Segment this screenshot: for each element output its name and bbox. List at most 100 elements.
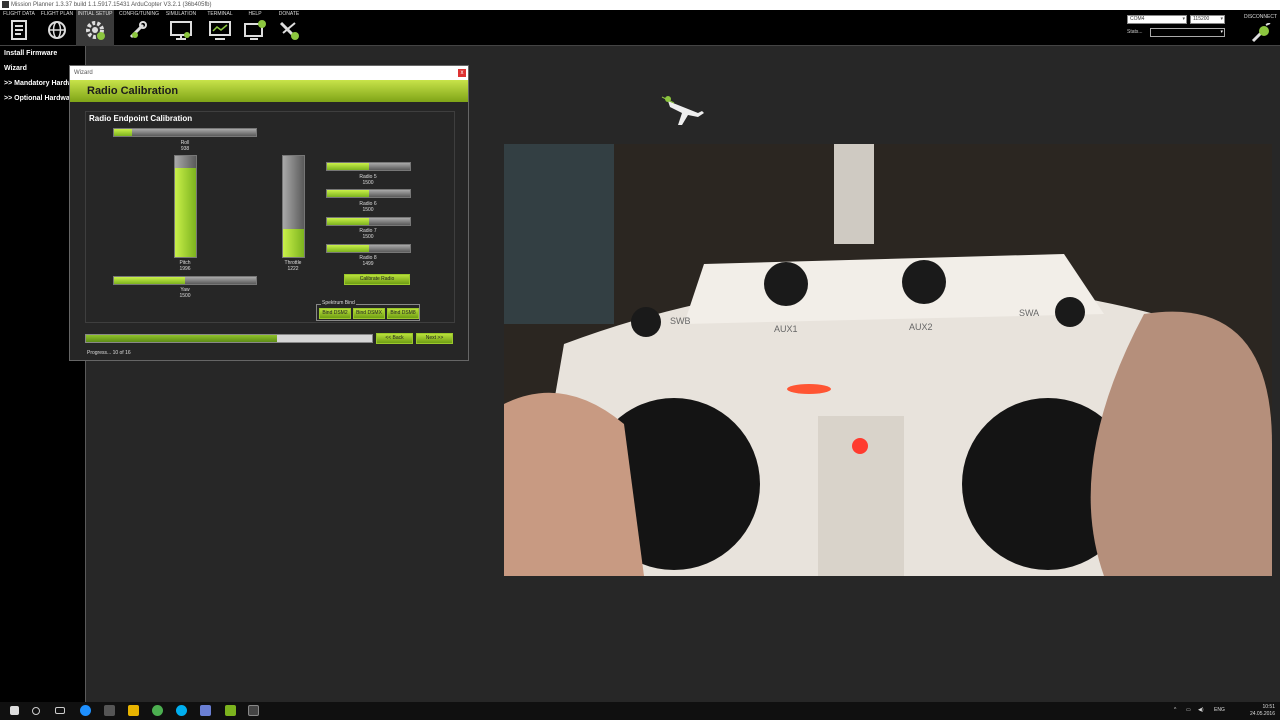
bind-dsmx-button[interactable]: Bind DSMX <box>353 308 385 319</box>
wizard-banner-title: Radio Calibration <box>70 80 468 102</box>
active-app-icon[interactable] <box>248 705 259 716</box>
menu-terminal[interactable]: TERMINAL <box>201 10 239 46</box>
baud-rate-select[interactable]: 115200 ▾ <box>1190 15 1225 24</box>
app-icon[interactable] <box>200 705 211 716</box>
rc-transmitter-photo: SWB AUX1 AUX2 SWA <box>504 144 1272 576</box>
globe-icon <box>48 21 66 39</box>
disconnect-label: DISCONNECT <box>1243 14 1277 20</box>
yaw-bar <box>113 276 257 285</box>
radio5-bar-fill <box>327 163 369 170</box>
roll-bar <box>113 128 257 137</box>
store-icon[interactable] <box>104 705 115 716</box>
menu-label: INITIAL SETUP <box>77 11 113 17</box>
wizard-title-bar: Wizard x <box>70 66 468 80</box>
window-title: Mission Planner 1.3.37 build 1.1.5917.15… <box>11 2 212 8</box>
search-icon[interactable] <box>32 707 40 715</box>
skype-icon[interactable] <box>176 705 187 716</box>
stats-link[interactable]: Stats... <box>1127 29 1143 35</box>
menu-flight-data[interactable]: FLIGHT DATA <box>0 10 38 46</box>
radio-calibration-panel: Radio Endpoint Calibration Roll 938 Pitc… <box>85 111 455 323</box>
transmitter-label-aux1: AUX1 <box>774 324 798 334</box>
spektrum-bind-group: Spektrum Bind Bind DSM2 Bind DSMX Bind D… <box>316 300 420 321</box>
terminal-icon <box>209 21 231 40</box>
com-port-value: COM4 <box>1130 16 1145 22</box>
bind-dsm2-button[interactable]: Bind DSM2 <box>319 308 351 319</box>
close-button[interactable]: x <box>458 69 466 77</box>
clock-date: 24.05.2016 <box>1249 711 1275 717</box>
throttle-bar <box>282 155 305 258</box>
radio6-bar <box>326 189 411 198</box>
menu-help[interactable]: HELP <box>236 10 274 46</box>
radio6-value: 1500 <box>362 207 374 213</box>
donate-plane-icon <box>279 21 299 40</box>
radio8-bar <box>326 244 411 253</box>
menu-label: DONATE <box>278 11 300 17</box>
setup-gear-icon <box>86 21 105 40</box>
menu-label: CONFIG/TUNING <box>119 11 159 17</box>
system-tray: ^ ▭ ◀) ENG 10:51 24.05.2016 <box>1170 702 1280 720</box>
disconnect-plug-icon[interactable] <box>1250 23 1272 43</box>
transmitter-label-aux2: AUX2 <box>909 322 933 332</box>
back-button[interactable]: << Back <box>376 333 413 344</box>
roll-bar-fill <box>114 129 133 136</box>
next-button[interactable]: Next >> <box>416 333 453 344</box>
volume-icon[interactable]: ◀) <box>1198 707 1204 713</box>
menu-label: HELP <box>248 11 262 17</box>
wizard-progress-text: Progress... 10 of 16 <box>87 350 131 356</box>
chevron-down-icon: ▾ <box>1220 29 1223 35</box>
bind-dsm8-button[interactable]: Bind DSM8 <box>387 308 419 319</box>
edge-browser-icon[interactable] <box>80 705 91 716</box>
wizard-progress-bar <box>85 334 373 343</box>
transmitter-label-swb: SWB <box>670 316 691 326</box>
com-port-select[interactable]: COM4 ▾ <box>1127 15 1187 24</box>
calibrate-radio-button[interactable]: Calibrate Radio <box>344 274 410 285</box>
file-explorer-icon[interactable] <box>128 705 139 716</box>
chevron-down-icon: ▾ <box>1182 16 1185 22</box>
sidebar-item-install-firmware[interactable]: Install Firmware <box>0 46 85 61</box>
tray-chevron-up-icon[interactable]: ^ <box>1174 707 1176 713</box>
mission-planner-task-icon[interactable] <box>225 705 236 716</box>
radio7-bar-fill <box>327 218 369 225</box>
window-title-bar: Mission Planner 1.3.37 build 1.1.5917.15… <box>0 0 1280 10</box>
menu-config-tuning[interactable]: CONFIG/TUNING <box>119 10 159 46</box>
windows-taskbar: ^ ▭ ◀) ENG 10:51 24.05.2016 <box>0 702 1280 720</box>
stats-select[interactable]: ▾ <box>1150 28 1225 37</box>
pitch-bar <box>174 155 197 258</box>
menu-simulation[interactable]: SIMULATION <box>162 10 200 46</box>
menu-label: FLIGHT PLAN <box>40 11 74 17</box>
menu-label: SIMULATION <box>165 11 197 17</box>
yaw-bar-fill <box>114 277 185 284</box>
taskbar-clock[interactable]: 10:51 24.05.2016 <box>1250 704 1275 718</box>
mission-planner-window: Mission Planner 1.3.37 build 1.1.5917.15… <box>0 0 1280 720</box>
menu-initial-setup[interactable]: INITIAL SETUP <box>76 10 114 46</box>
start-windows-icon[interactable] <box>10 706 19 715</box>
config-tuning-icon <box>129 21 147 39</box>
wizard-dialog: Wizard x Radio Calibration Radio Endpoin… <box>69 65 469 361</box>
spektrum-bind-legend: Spektrum Bind <box>321 300 356 306</box>
radio5-bar <box>326 162 411 171</box>
menu-donate[interactable]: DONATE <box>270 10 308 46</box>
radio5-value: 1500 <box>362 180 374 186</box>
wizard-progress-fill <box>86 335 277 342</box>
menu-label: FLIGHT DATA <box>3 11 35 17</box>
chevron-down-icon: ▾ <box>1220 16 1223 22</box>
task-view-icon[interactable] <box>55 707 65 714</box>
help-monitor-icon <box>244 20 266 40</box>
menu-flight-plan[interactable]: FLIGHT PLAN <box>38 10 76 46</box>
mission-planner-logo-icon <box>661 96 704 125</box>
language-indicator[interactable]: ENG <box>1214 707 1225 713</box>
yaw-value: 1500 <box>179 293 191 299</box>
baud-rate-value: 115200 <box>1193 16 1210 22</box>
radio7-bar <box>326 217 411 226</box>
webcam-video: SWB AUX1 AUX2 SWA <box>504 144 1272 576</box>
network-icon[interactable]: ▭ <box>1186 707 1191 713</box>
radio8-bar-fill <box>327 245 369 252</box>
roll-value: 938 <box>180 146 190 152</box>
monitor-icon <box>170 21 192 40</box>
chrome-icon[interactable] <box>152 705 163 716</box>
app-icon <box>2 1 9 8</box>
panel-title: Radio Endpoint Calibration <box>89 114 193 123</box>
clock-time: 10:51 <box>1262 704 1275 710</box>
transmitter-label-swa: SWA <box>1019 308 1039 318</box>
connection-panel: COM4 ▾ 115200 ▾ Stats... ▾ DISCONNECT <box>1125 10 1280 46</box>
